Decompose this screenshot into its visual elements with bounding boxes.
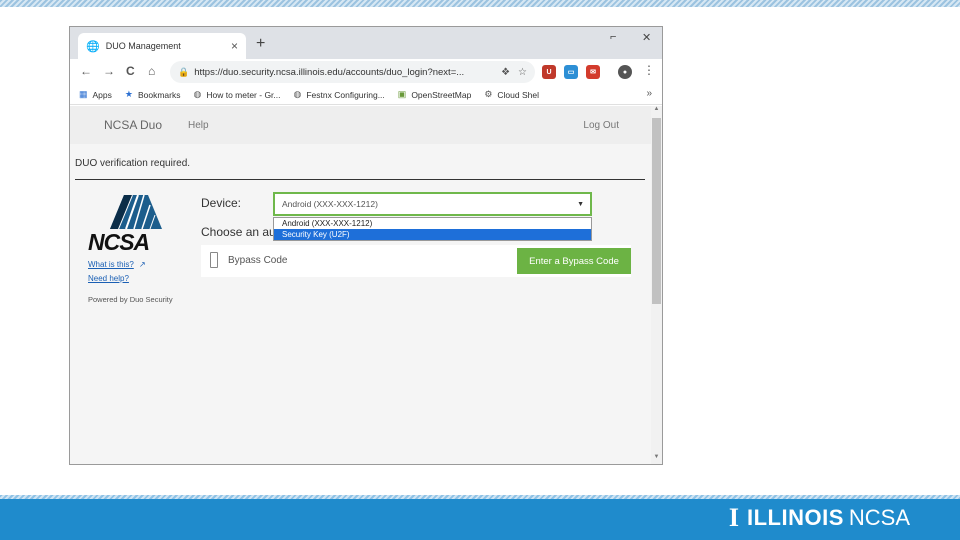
- new-tab-button[interactable]: +: [256, 35, 265, 53]
- external-link-icon: ↗: [139, 260, 146, 269]
- scroll-up-icon[interactable]: ▲: [651, 106, 662, 116]
- browser-window: 🌐 DUO Management × + ⌐ ✕ ← → C ⌂ 🔒 https…: [69, 26, 663, 465]
- need-help-link[interactable]: Need help?: [88, 274, 129, 283]
- enter-bypass-code-button[interactable]: Enter a Bypass Code: [517, 248, 631, 274]
- ncsa-logo-text: NCSA: [88, 229, 150, 255]
- forward-arrow-icon[interactable]: →: [103, 64, 115, 78]
- ncsa-logo: NCSA: [88, 191, 180, 255]
- extension-window-icon[interactable]: ▭: [564, 65, 578, 79]
- bypass-code-label: Bypass Code: [228, 255, 288, 266]
- close-icon[interactable]: ×: [231, 39, 238, 53]
- bookmarks-overflow-icon[interactable]: »: [646, 88, 652, 99]
- puzzle-icon[interactable]: ❖: [501, 67, 510, 78]
- url-text: https://duo.security.ncsa.illinois.edu/a…: [194, 66, 465, 78]
- what-is-this-link[interactable]: What is this?: [88, 260, 134, 269]
- bookmark-how-to-meter[interactable]: ◍ How to meter - Gr...: [193, 89, 280, 100]
- bookmark-bookmarks[interactable]: ★ Bookmarks: [125, 89, 181, 100]
- ncsa-logo-graphic: [110, 194, 162, 230]
- phone-icon: [210, 252, 218, 268]
- menu-dots-icon[interactable]: ⋮: [643, 63, 655, 77]
- device-label: Device:: [201, 196, 242, 210]
- brand-ncsa: NCSA: [848, 505, 910, 530]
- lock-icon: 🔒: [178, 66, 190, 77]
- globe-icon: 🌐: [86, 40, 100, 53]
- choose-method-label: Choose an au: [201, 225, 273, 239]
- bookmark-apps[interactable]: ▦ Apps: [79, 89, 112, 100]
- gear-icon: ⚙: [484, 89, 493, 99]
- bookmarks-bar: ▦ Apps ★ Bookmarks ◍ How to meter - Gr..…: [70, 85, 662, 105]
- reload-icon[interactable]: C: [126, 64, 135, 78]
- illinois-ncsa-logo: I ILLINOIS NCSA: [729, 505, 910, 531]
- divider: [75, 179, 645, 180]
- bookmark-openstreetmap[interactable]: ▣ OpenStreetMap: [398, 89, 472, 100]
- site-brand[interactable]: NCSA Duo: [104, 118, 162, 132]
- slide-footer-band: I ILLINOIS NCSA: [0, 495, 960, 540]
- page-content: NCSA Duo Help Log Out DUO verification r…: [70, 106, 651, 464]
- globe-icon: ◍: [193, 89, 202, 99]
- block-i-icon: I: [728, 503, 739, 532]
- bookmark-festnx[interactable]: ◍ Festnx Configuring...: [294, 89, 385, 100]
- tab-strip: 🌐 DUO Management × + ⌐ ✕: [70, 27, 662, 59]
- verification-notice: DUO verification required.: [75, 158, 191, 169]
- extension-mail-icon[interactable]: ✉: [586, 65, 600, 79]
- globe-icon: ◍: [293, 89, 302, 99]
- chevron-down-icon: ▼: [577, 200, 584, 208]
- tab-title: DUO Management: [105, 41, 181, 51]
- device-select[interactable]: Android (XXX-XXX-1212) ▼: [273, 192, 592, 216]
- address-bar[interactable]: 🔒 https://duo.security.ncsa.illinois.edu…: [170, 61, 535, 83]
- logout-link[interactable]: Log Out: [583, 120, 619, 131]
- slide-top-stripe: [0, 0, 960, 7]
- help-link[interactable]: Help: [188, 120, 209, 131]
- home-icon[interactable]: ⌂: [148, 64, 155, 78]
- browser-toolbar: ← → C ⌂ 🔒 https://duo.security.ncsa.illi…: [70, 59, 662, 85]
- minimize-icon[interactable]: ⌐: [610, 31, 616, 43]
- apps-grid-icon: ▦: [79, 89, 88, 99]
- device-select-value: Android (XXX-XXX-1212): [282, 199, 378, 209]
- scrollbar[interactable]: ▲ ▼: [651, 106, 662, 464]
- window-close-icon[interactable]: ✕: [642, 31, 651, 44]
- profile-avatar[interactable]: ●: [618, 65, 632, 79]
- device-option-android[interactable]: Android (XXX-XXX-1212): [274, 218, 591, 229]
- device-dropdown: Android (XXX-XXX-1212) Security Key (U2F…: [273, 217, 592, 241]
- scroll-down-icon[interactable]: ▼: [651, 454, 662, 464]
- back-arrow-icon[interactable]: ←: [80, 64, 92, 78]
- site-header: NCSA Duo Help Log Out: [70, 106, 651, 144]
- map-icon: ▣: [397, 89, 407, 99]
- scrollbar-thumb[interactable]: [652, 118, 661, 304]
- bookmark-cloud-shell[interactable]: ⚙ Cloud Shel: [484, 89, 539, 100]
- powered-by-text: Powered by Duo Security: [88, 295, 173, 304]
- brand-illinois: ILLINOIS: [746, 505, 844, 530]
- bookmark-star-icon[interactable]: ☆: [518, 67, 527, 78]
- browser-tab[interactable]: 🌐 DUO Management ×: [78, 33, 246, 59]
- star-icon: ★: [124, 89, 133, 99]
- device-option-security-key[interactable]: Security Key (U2F): [274, 229, 591, 240]
- auth-method-row: Bypass Code Enter a Bypass Code: [201, 245, 631, 277]
- extension-shield-icon[interactable]: U: [542, 65, 556, 79]
